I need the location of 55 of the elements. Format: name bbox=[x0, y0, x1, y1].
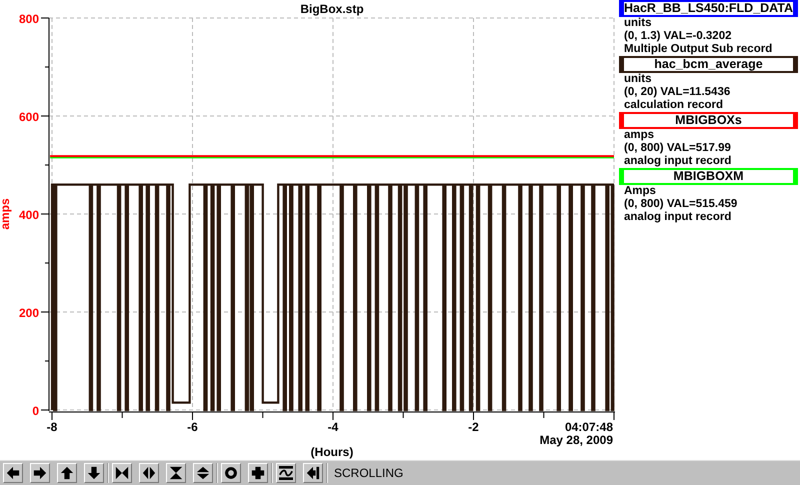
chart-title: BigBox.stp bbox=[300, 2, 364, 16]
wave-icon bbox=[279, 466, 293, 480]
y-tick-label: 600 bbox=[18, 110, 39, 124]
units-label: Amps bbox=[623, 185, 657, 198]
y-axis-label: amps bbox=[0, 198, 12, 230]
plus-icon bbox=[251, 466, 265, 480]
toolbar-button[interactable] bbox=[221, 463, 241, 483]
zoom-y-button[interactable] bbox=[193, 463, 213, 483]
units-label: amps bbox=[623, 129, 656, 142]
zoom-x-button[interactable] bbox=[112, 463, 132, 483]
up-down-triangles-icon bbox=[196, 466, 210, 480]
left-arrow-icon bbox=[6, 466, 20, 480]
trace-name-label[interactable]: HacR_BB_LS450:FLD_DATA bbox=[619, 0, 798, 17]
x-tick-label: -2 bbox=[468, 420, 479, 434]
y-tick-label: 200 bbox=[18, 306, 39, 320]
pan-up-button[interactable] bbox=[57, 463, 77, 483]
value-text: (0, 800) VAL=517.99 bbox=[623, 142, 732, 155]
record-type-text: calculation record bbox=[623, 99, 724, 112]
pan-right-button[interactable] bbox=[30, 463, 50, 483]
trace-name-label[interactable]: hac_bcm_average bbox=[619, 56, 798, 73]
date-label: May 28, 2009 bbox=[540, 433, 613, 447]
x-tick-label: -4 bbox=[328, 420, 338, 434]
trace-name-label[interactable]: MBIGBOXM bbox=[619, 168, 798, 185]
toolbar-button[interactable] bbox=[303, 463, 323, 483]
record-type-text: analog input record bbox=[623, 211, 732, 224]
up-arrow-icon bbox=[60, 466, 74, 480]
right-arrow-icon bbox=[33, 466, 47, 480]
trace-name-label[interactable]: MBIGBOXs bbox=[619, 112, 798, 129]
down-arrow-icon bbox=[87, 466, 101, 480]
outward-triangles-icon bbox=[142, 466, 156, 480]
y-tick-label: 800 bbox=[18, 12, 39, 26]
record-type-text: Multiple Output Sub record bbox=[623, 43, 774, 56]
time-label: 04:07:48 bbox=[564, 420, 613, 434]
value-text: (0, 800) VAL=515.459 bbox=[623, 198, 738, 211]
value-text: (0, 1.3) VAL=-0.3202 bbox=[623, 30, 732, 43]
pan-down-button[interactable] bbox=[84, 463, 104, 483]
value-text: (0, 20) VAL=11.5436 bbox=[623, 86, 732, 99]
add-button[interactable] bbox=[248, 463, 268, 483]
mode-label: SCROLLING bbox=[333, 465, 404, 482]
record-type-text: analog input record bbox=[623, 155, 732, 168]
arrow-to-bar-icon bbox=[306, 466, 320, 480]
y-tick-label: 0 bbox=[32, 404, 39, 418]
zoom-y-button[interactable] bbox=[166, 463, 186, 483]
x-tick-label: -6 bbox=[187, 420, 198, 434]
graph-button[interactable] bbox=[276, 463, 296, 483]
x-axis-label: (Hours) bbox=[310, 445, 354, 459]
units-label: units bbox=[623, 17, 652, 30]
units-label: units bbox=[623, 73, 652, 86]
x-tick-label: -8 bbox=[46, 420, 58, 434]
hourglass-icon bbox=[169, 466, 183, 480]
pan-left-button[interactable] bbox=[3, 463, 23, 483]
y-tick-label: 400 bbox=[18, 208, 39, 222]
zoom-x-button[interactable] bbox=[139, 463, 159, 483]
ring-icon bbox=[224, 466, 238, 480]
inward-triangles-icon bbox=[115, 466, 129, 480]
